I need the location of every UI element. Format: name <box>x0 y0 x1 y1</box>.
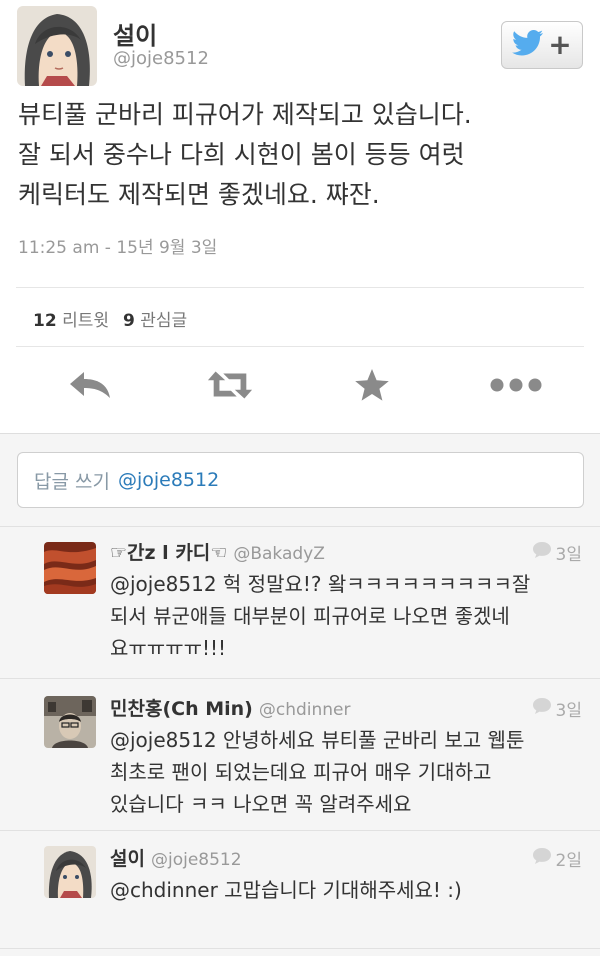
speech-bubble-icon <box>532 847 552 870</box>
reply-handle: @joje8512 <box>117 469 220 491</box>
reply-text-line: 있습니다 ㅋㅋ 나오면 꼭 알려주세요 <box>110 792 412 816</box>
replies-section: 답글 쓰기 @joje8512 ☞간z l 카디☜ @BakadyZ 3일 @jo… <box>0 433 600 956</box>
reply-text: @joje8512 안녕하세요 뷰티풀 군바리 보고 웹툰 최초로 팬이 되었는… <box>110 724 586 820</box>
tweet-text-line: 케릭터도 제작되면 좋겠네요. 쨔잔. <box>18 180 380 209</box>
tweet-text-line: 잘 되서 중수나 다희 시현이 봄이 등등 여럿 <box>18 140 465 169</box>
reply-text: @joje8512 헉 정말요!? 왘ㅋㅋㅋㅋㅋㅋㅋㅋㅋ잘 되서 뷰군애들 대부… <box>110 568 586 664</box>
reply-author-name: 민찬홍(Ch Min) <box>110 698 253 720</box>
reply-author[interactable]: 설이 @joje8512 <box>110 844 242 871</box>
divider <box>16 346 584 347</box>
speech-bubble-icon <box>532 541 552 564</box>
reply-text-line: @joje8512 안녕하세요 뷰티풀 군바리 보고 웹툰 <box>110 728 525 752</box>
retweet-stat[interactable]: 12 리트윗 <box>33 306 109 331</box>
reply-time: 2일 <box>532 846 582 871</box>
reply-icon[interactable] <box>66 362 114 408</box>
more-icon[interactable] <box>488 362 544 408</box>
reply-placeholder: 답글 쓰기 <box>34 470 110 493</box>
bird-icon <box>512 30 544 60</box>
favorite-count: 9 <box>123 311 135 331</box>
reply-text-line: 요ㅠㅠㅠㅠ!!! <box>110 636 227 660</box>
reply-author[interactable]: ☞간z l 카디☜ @BakadyZ <box>110 538 325 565</box>
reply-time-text: 3일 <box>555 701 582 721</box>
speech-bubble-icon <box>532 697 552 720</box>
plus-icon: + <box>548 28 572 61</box>
tweet-text-line: 뷰티풀 군바리 피규어가 제작되고 있습니다. <box>18 100 472 129</box>
tweet-stats: 12 리트윗 9 관심글 <box>33 306 187 331</box>
reply-item[interactable]: 설이 @joje8512 2일 @chdinner 고맙습니다 기대해주세요! :… <box>0 830 600 948</box>
reply-text-line: 최초로 팬이 되었는데요 피규어 매우 기대하고 <box>110 760 492 784</box>
follow-button[interactable]: + <box>501 21 583 69</box>
favorite-label: 관심글 <box>140 311 188 331</box>
reply-time-text: 2일 <box>555 851 582 871</box>
reply-avatar[interactable] <box>44 542 96 594</box>
reply-author-name: 설이 <box>110 848 145 870</box>
reply-time: 3일 <box>532 696 582 721</box>
author-handle[interactable]: @joje8512 <box>113 48 209 69</box>
tweet-text: 뷰티풀 군바리 피규어가 제작되고 있습니다. 잘 되서 중수나 다희 시현이 … <box>18 95 588 215</box>
retweet-icon[interactable] <box>206 362 254 408</box>
reply-item[interactable]: ☞간z l 카디☜ @BakadyZ 3일 @joje8512 헉 정말요!? 왘… <box>0 526 600 678</box>
tweet-timestamp: 11:25 am - 15년 9월 3일 <box>18 238 218 258</box>
reply-author-name: ☞간z l 카디☜ <box>110 542 228 564</box>
reply-input[interactable]: 답글 쓰기 @joje8512 <box>17 452 584 508</box>
reply-time-text: 3일 <box>555 545 582 565</box>
reply-avatar[interactable] <box>44 846 96 898</box>
author-avatar[interactable] <box>17 6 97 86</box>
retweet-count: 12 <box>33 311 57 331</box>
retweet-label: 리트윗 <box>62 311 109 331</box>
author-name[interactable]: 설이 <box>113 16 157 51</box>
reply-author[interactable]: 민찬홍(Ch Min) @chdinner <box>110 694 350 721</box>
reply-item[interactable]: 민찬홍(Ch Min) @chdinner 3일 @joje8512 안녕하세요 … <box>0 678 600 830</box>
reply-author-handle: @BakadyZ <box>233 544 325 564</box>
reply-time: 3일 <box>532 540 582 565</box>
tweet-detail: 설이 @joje8512 + 뷰티풀 군바리 피규어가 제작되고 있습니다. 잘… <box>0 0 600 433</box>
divider <box>16 287 584 288</box>
reply-text-line: @joje8512 헉 정말요!? 왘ㅋㅋㅋㅋㅋㅋㅋㅋㅋ잘 <box>110 572 531 596</box>
reply-author-handle: @chdinner <box>258 700 351 720</box>
favorite-stat[interactable]: 9 관심글 <box>123 306 187 331</box>
reply-avatar[interactable] <box>44 696 96 748</box>
favorite-star-icon[interactable] <box>348 362 396 408</box>
reply-author-handle: @joje8512 <box>150 850 242 870</box>
reply-text-line: 되서 뷰군애들 대부분이 피규어로 나오면 좋겠네 <box>110 604 510 628</box>
reply-text-line: @chdinner 고맙습니다 기대해주세요! :) <box>110 878 462 902</box>
divider <box>0 948 600 949</box>
reply-text: @chdinner 고맙습니다 기대해주세요! :) <box>110 874 586 906</box>
